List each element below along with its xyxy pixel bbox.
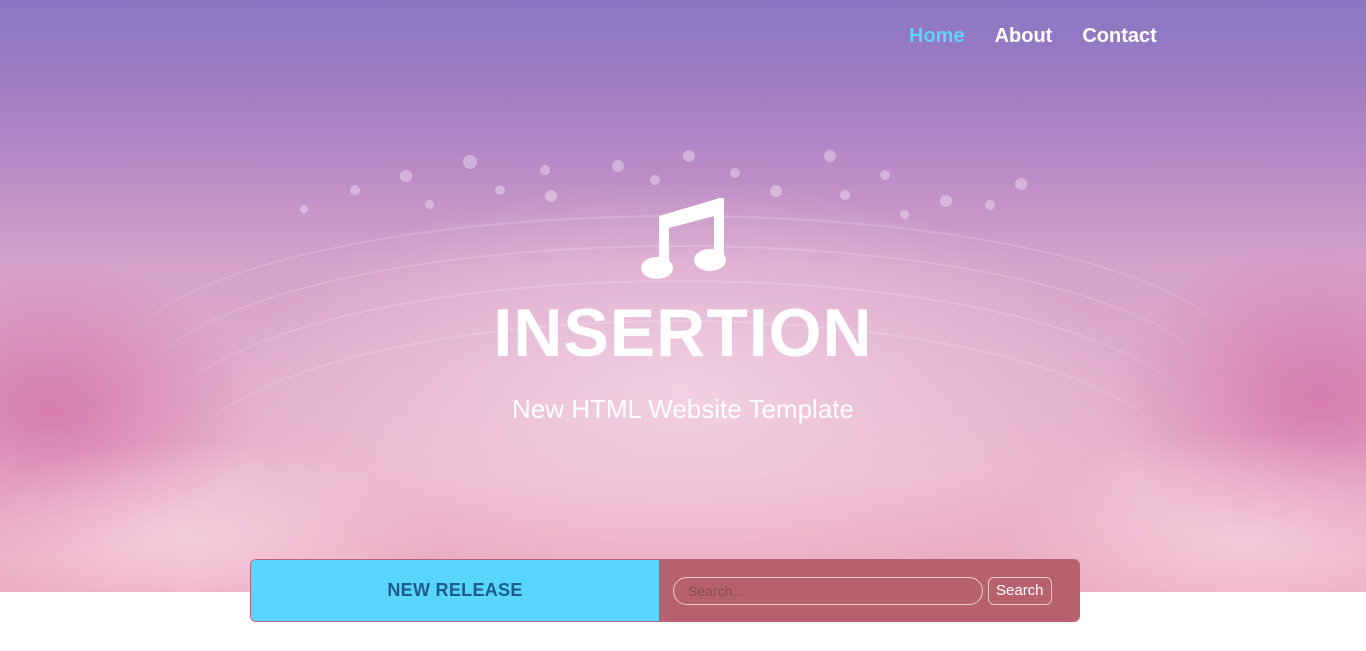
bokeh-dot [612, 160, 624, 172]
release-search-bar: NEW RELEASE Search [250, 559, 1080, 622]
bokeh-dot [824, 150, 836, 162]
bokeh-dot [900, 210, 909, 219]
bokeh-dot [683, 150, 695, 162]
bokeh-dot [650, 175, 660, 185]
search-panel: Search [659, 560, 1079, 621]
bokeh-dot [350, 185, 360, 195]
site-title: INSERTION [493, 295, 873, 371]
bokeh-dot [840, 190, 850, 200]
bokeh-dot [400, 170, 412, 182]
search-input[interactable] [673, 576, 983, 605]
bokeh-dot [540, 165, 550, 175]
new-release-button[interactable]: NEW RELEASE [251, 560, 659, 621]
nav-item-home[interactable]: Home [909, 24, 965, 48]
bokeh-dot [425, 200, 434, 209]
bokeh-dot [730, 168, 740, 178]
bokeh-dot [300, 205, 308, 213]
bokeh-dot [1015, 178, 1027, 190]
nav-item-contact[interactable]: Contact [1082, 24, 1156, 48]
bokeh-dot [940, 195, 952, 207]
music-note-icon [641, 198, 726, 279]
site-subtitle: New HTML Website Template [512, 394, 854, 424]
bokeh-dot [463, 155, 477, 169]
bokeh-dot [545, 190, 557, 202]
main-nav: Home About Contact [909, 24, 1157, 48]
bokeh-dot [770, 185, 782, 197]
bokeh-dot [495, 185, 505, 195]
bokeh-dot [880, 170, 890, 180]
search-button[interactable]: Search [988, 576, 1052, 605]
nav-item-about[interactable]: About [995, 24, 1053, 48]
bokeh-dot [985, 200, 995, 210]
hero-banner: Home About Contact INSERTION New HTML We… [0, 0, 1366, 592]
